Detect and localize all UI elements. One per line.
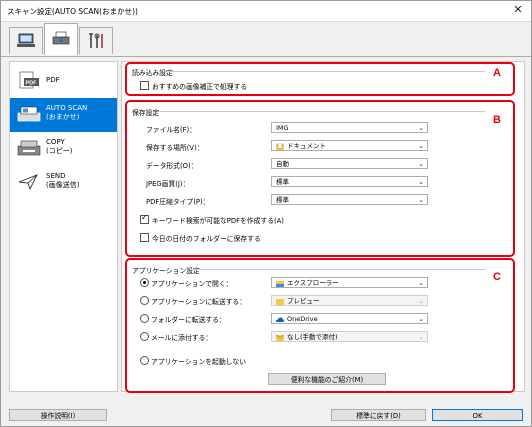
chevron-down-icon: ⌄: [418, 124, 424, 132]
pdf-icon: PDF: [19, 71, 39, 89]
open-with-app-dropdown[interactable]: エクスプローラー ⌄: [271, 277, 428, 288]
section-divider: [165, 71, 485, 72]
open-with-app-radio[interactable]: [140, 278, 149, 287]
sidebar-item-auto-scan[interactable]: AUTO SCAN (おまかせ): [10, 98, 117, 132]
save-in-dropdown[interactable]: ドキュメント ⌄: [271, 140, 428, 151]
open-with-app-value: エクスプローラー: [287, 279, 339, 287]
chevron-down-icon: ⌄: [418, 160, 424, 168]
attach-to-email-dropdown[interactable]: なし(手動で添付) ⌄: [271, 331, 428, 342]
send-to-app-radio[interactable]: [140, 296, 149, 305]
send-to-folder-dropdown[interactable]: OneDrive ⌄: [271, 313, 428, 324]
tab-divider: [1, 56, 531, 57]
send-to-folder-value: OneDrive: [287, 315, 318, 323]
copy-icon: [17, 140, 41, 156]
chevron-down-icon: ⌄: [418, 315, 424, 323]
tab-general-settings[interactable]: [79, 27, 113, 54]
keyword-pdf-checkbox[interactable]: [140, 213, 149, 224]
folder-icon: [276, 298, 284, 305]
section-divider: [159, 111, 485, 112]
tab-scan-from-operation-panel[interactable]: [44, 23, 78, 55]
tools-icon: [89, 33, 103, 48]
section-divider: [191, 269, 485, 270]
callout-letter-c: C: [493, 271, 501, 283]
data-format-label: データ形式(O)：: [146, 162, 198, 170]
callout-letter-b: B: [493, 114, 501, 126]
scan-from-operation-panel-icon: [52, 31, 70, 45]
mail-icon: [276, 334, 284, 341]
chevron-down-icon: ⌄: [418, 297, 424, 305]
sidebar-item-label: PDF: [46, 76, 60, 84]
scan-type-list: PDF PDF AUTO SCAN (おまかせ) COPY (コピー) SEND…: [9, 61, 118, 392]
send-to-app-dropdown[interactable]: プレビュー ⌄: [271, 295, 428, 306]
chevron-down-icon: ⌄: [418, 178, 424, 186]
onedrive-icon: [276, 317, 284, 322]
pdf-compression-label: PDF圧縮タイプ(P)：: [146, 198, 210, 206]
title-bar: スキャン設定(AUTO SCAN(おまかせ)) ✕: [1, 1, 531, 22]
ok-button[interactable]: OK: [432, 409, 523, 421]
do-not-start-app-radio[interactable]: [140, 356, 149, 365]
app-settings-title: アプリケーション設定: [132, 267, 200, 275]
jpeg-quality-label: JPEG画質(J)：: [146, 180, 190, 188]
recommended-correction-label: おすすめの画像補正で処理する: [152, 83, 248, 91]
svg-text:PDF: PDF: [26, 81, 38, 87]
file-name-label: ファイル名(F)：: [146, 126, 196, 134]
explorer-icon: [276, 280, 284, 287]
more-functions-button[interactable]: 便利な機能のご紹介(M): [268, 373, 386, 385]
scan-settings-dialog: スキャン設定(AUTO SCAN(おまかせ)) ✕ PDF PDF AUTO S…: [0, 0, 532, 427]
sidebar-item-label: SEND (画像送信): [46, 172, 80, 189]
documents-folder-icon: [276, 142, 284, 150]
jpeg-quality-dropdown[interactable]: 標準 ⌄: [271, 176, 428, 187]
do-not-start-app-label: アプリケーションを起動しない: [151, 358, 247, 366]
auto-scan-icon: [17, 106, 41, 122]
file-name-combobox[interactable]: IMG ⌄: [271, 122, 428, 133]
sidebar-item-label: COPY (コピー): [46, 138, 73, 155]
tab-bar: [1, 21, 531, 56]
attach-to-email-value: なし(手動で添付): [287, 333, 338, 341]
send-to-folder-radio[interactable]: [140, 314, 149, 323]
sidebar-item-copy[interactable]: COPY (コピー): [10, 132, 117, 166]
send-to-folder-label: フォルダーに転送する：: [151, 316, 226, 324]
sidebar-item-pdf[interactable]: PDF PDF: [10, 64, 117, 98]
close-icon[interactable]: ✕: [511, 3, 525, 17]
save-in-label: 保存する場所(V)：: [146, 144, 204, 152]
date-subfolder-checkbox[interactable]: [140, 233, 149, 242]
defaults-button[interactable]: 標準に戻す(D): [331, 409, 426, 421]
pdf-compression-dropdown[interactable]: 標準 ⌄: [271, 194, 428, 205]
pdf-compression-value: 標準: [276, 196, 289, 204]
chevron-down-icon: ⌄: [418, 333, 424, 341]
attach-to-email-label: メールに添付する：: [151, 334, 213, 342]
data-format-value: 自動: [276, 160, 289, 168]
save-settings-title: 保存設定: [132, 109, 160, 117]
sidebar-item-send[interactable]: SEND (画像送信): [10, 166, 117, 200]
attach-to-email-radio[interactable]: [140, 332, 149, 341]
send-to-app-value: プレビュー: [287, 297, 320, 305]
chevron-down-icon: ⌄: [418, 279, 424, 287]
save-in-value: ドキュメント: [287, 142, 326, 150]
jpeg-quality-value: 標準: [276, 178, 289, 186]
chevron-down-icon: ⌄: [418, 196, 424, 204]
file-name-value: IMG: [276, 124, 289, 132]
send-to-app-label: アプリケーションに転送する：: [151, 298, 247, 306]
date-subfolder-label: 今日の日付のフォルダーに保存する: [152, 235, 261, 243]
open-with-app-label: アプリケーションで開く：: [151, 280, 233, 288]
data-format-dropdown[interactable]: 自動 ⌄: [271, 158, 428, 169]
send-icon: [18, 174, 38, 191]
help-button[interactable]: 操作説明(I): [9, 409, 107, 421]
window-title: スキャン設定(AUTO SCAN(おまかせ)): [7, 7, 138, 16]
keyword-pdf-label: キーワード検索が可能なPDFを作成する(A): [152, 217, 284, 225]
tab-scan-from-computer[interactable]: [9, 27, 43, 54]
scanner-to-pc-icon: [17, 33, 35, 47]
recommended-correction-checkbox[interactable]: [140, 81, 149, 90]
scan-options-title: 読み込み設定: [132, 69, 173, 77]
sidebar-item-label: AUTO SCAN (おまかせ): [46, 104, 88, 121]
chevron-down-icon: ⌄: [418, 142, 424, 150]
callout-letter-a: A: [493, 67, 501, 79]
